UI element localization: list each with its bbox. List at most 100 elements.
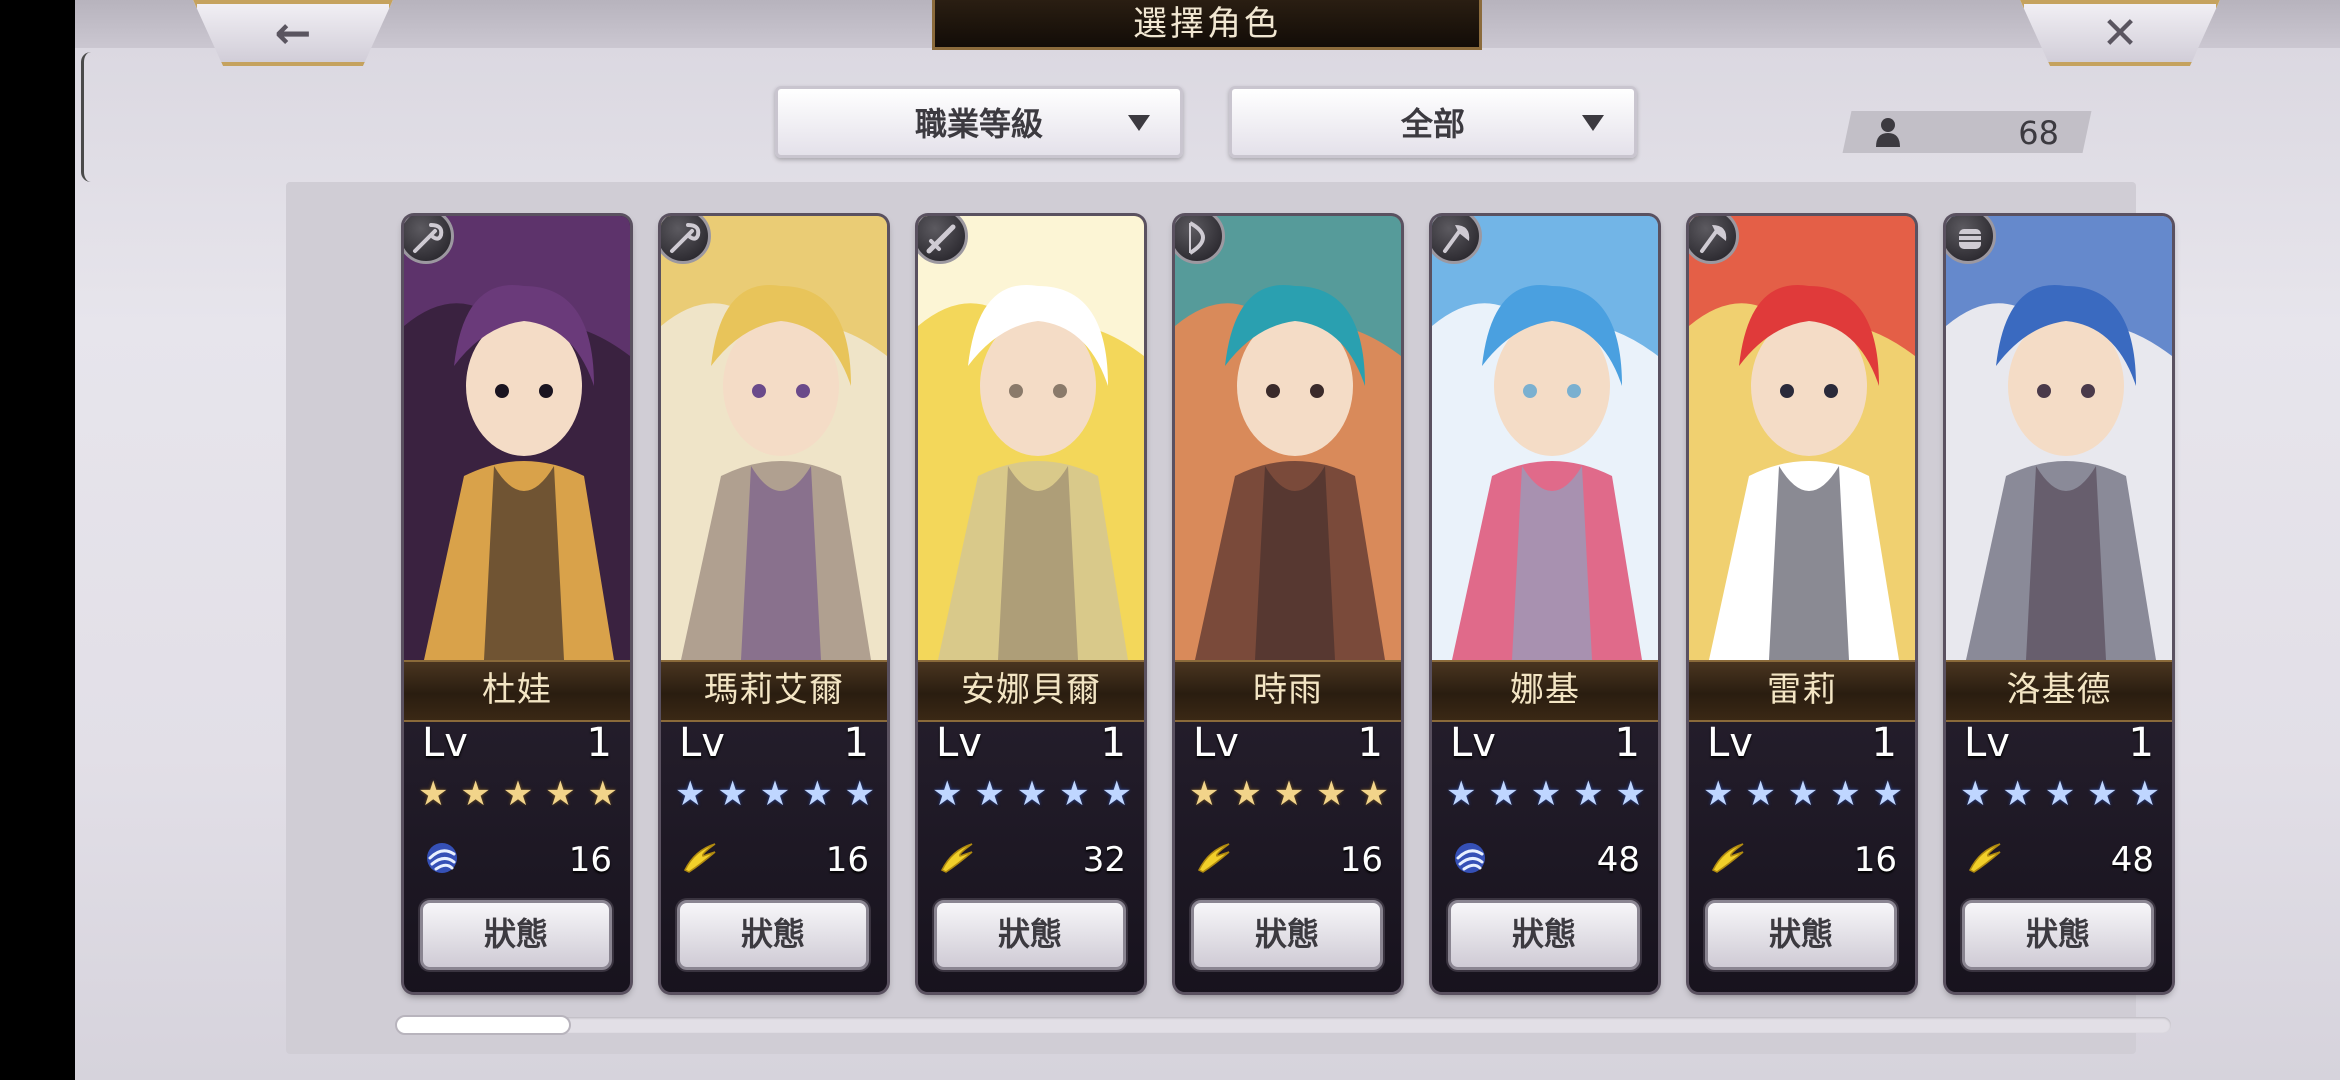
character-name: 雷莉: [1689, 660, 1915, 722]
close-icon: ✕: [2101, 7, 2139, 59]
level-label: Lv: [422, 720, 468, 766]
character-name: 娜基: [1432, 660, 1658, 722]
star-rating: ★ ★ ★ ★ ★: [1446, 776, 1646, 812]
star-icon: ★: [1446, 774, 1477, 814]
character-portrait[interactable]: [918, 216, 1144, 660]
star-icon: ★: [1615, 774, 1646, 814]
character-name: 杜娃: [404, 660, 630, 722]
job-sort-dropdown[interactable]: 職業等級: [775, 86, 1183, 158]
star-rating: ★ ★ ★ ★ ★: [932, 776, 1132, 812]
star-icon: ★: [1745, 774, 1776, 814]
cost-value: 16: [568, 840, 612, 880]
wind-element-icon: [424, 840, 460, 876]
status-button[interactable]: 狀態: [934, 900, 1126, 970]
level-value: 1: [1871, 720, 1897, 766]
star-icon: ★: [545, 774, 576, 814]
star-icon: ★: [1573, 774, 1604, 814]
level-label: Lv: [1964, 720, 2010, 766]
lightning-element-icon: [681, 840, 717, 876]
star-icon: ★: [460, 774, 491, 814]
character-art: [918, 216, 1144, 660]
chevron-down-icon: [1128, 115, 1150, 131]
level-label: Lv: [1707, 720, 1753, 766]
status-button[interactable]: 狀態: [1191, 900, 1383, 970]
axe-class-icon: [1689, 216, 1739, 264]
level-label: Lv: [1193, 720, 1239, 766]
screen-edge: [81, 52, 94, 182]
game-screen: ← 選擇角色 ✕ 職業等級 全部 68 杜娃 Lv 1 ★ ★ ★ ★ ★ 16…: [75, 0, 2340, 1080]
star-icon: ★: [1358, 774, 1389, 814]
category-label: 全部: [1400, 105, 1465, 143]
character-portrait[interactable]: [404, 216, 630, 660]
wind-element-icon: [1452, 840, 1488, 876]
status-button[interactable]: 狀態: [1962, 900, 2154, 970]
star-icon: ★: [587, 774, 618, 814]
level-label: Lv: [936, 720, 982, 766]
status-button[interactable]: 狀態: [420, 900, 612, 970]
character-art: [1432, 216, 1658, 660]
star-icon: ★: [1488, 774, 1519, 814]
character-portrait[interactable]: [1689, 216, 1915, 660]
character-portrait[interactable]: [661, 216, 887, 660]
cost-value: 32: [1082, 840, 1126, 880]
level-label: Lv: [1450, 720, 1496, 766]
close-button[interactable]: ✕: [2020, 0, 2220, 66]
level-label: Lv: [679, 720, 725, 766]
character-art: [661, 216, 887, 660]
axe-class-icon: [1432, 216, 1482, 264]
star-icon: ★: [1530, 774, 1562, 814]
level-value: 1: [2128, 720, 2154, 766]
star-icon: ★: [675, 774, 706, 814]
character-card[interactable]: 娜基 Lv 1 ★ ★ ★ ★ ★ 48 狀態: [1432, 216, 1658, 992]
star-icon: ★: [1872, 774, 1903, 814]
star-icon: ★: [1189, 774, 1220, 814]
character-card[interactable]: 時雨 Lv 1 ★ ★ ★ ★ ★ 16 狀態: [1175, 216, 1401, 992]
cost-value: 48: [1596, 840, 1640, 880]
star-icon: ★: [1316, 774, 1347, 814]
star-icon: ★: [2002, 774, 2033, 814]
status-button[interactable]: 狀態: [1448, 900, 1640, 970]
star-icon: ★: [1787, 774, 1819, 814]
fist-class-icon: [1946, 216, 1996, 264]
character-card[interactable]: 瑪莉艾爾 Lv 1 ★ ★ ★ ★ ★ 16 狀態: [661, 216, 887, 992]
character-card[interactable]: 杜娃 Lv 1 ★ ★ ★ ★ ★ 16 狀態: [404, 216, 630, 992]
status-button[interactable]: 狀態: [677, 900, 869, 970]
character-name: 安娜貝爾: [918, 660, 1144, 722]
level-value: 1: [1357, 720, 1383, 766]
character-portrait[interactable]: [1432, 216, 1658, 660]
sword-class-icon: [918, 216, 968, 264]
lightning-element-icon: [1966, 840, 2002, 876]
character-portrait[interactable]: [1946, 216, 2172, 660]
level-value: 1: [843, 720, 869, 766]
cost-value: 48: [2110, 840, 2154, 880]
star-icon: ★: [974, 774, 1005, 814]
cost-value: 16: [825, 840, 869, 880]
person-icon: [1876, 118, 1900, 147]
star-icon: ★: [2129, 774, 2160, 814]
character-portrait[interactable]: [1175, 216, 1401, 660]
scrollbar-thumb[interactable]: [395, 1015, 571, 1035]
character-card[interactable]: 安娜貝爾 Lv 1 ★ ★ ★ ★ ★ 32 狀態: [918, 216, 1144, 992]
character-card[interactable]: 雷莉 Lv 1 ★ ★ ★ ★ ★ 16 狀態: [1689, 216, 1915, 992]
cost-value: 16: [1339, 840, 1383, 880]
character-art: [1946, 216, 2172, 660]
horizontal-scrollbar[interactable]: [395, 1017, 2171, 1033]
star-icon: ★: [1016, 774, 1048, 814]
star-icon: ★: [844, 774, 875, 814]
star-icon: ★: [717, 774, 748, 814]
level-value: 1: [1100, 720, 1126, 766]
star-icon: ★: [1059, 774, 1090, 814]
character-card[interactable]: 洛基德 Lv 1 ★ ★ ★ ★ ★ 48 狀態: [1946, 216, 2172, 992]
character-art: [1175, 216, 1401, 660]
star-rating: ★ ★ ★ ★ ★: [675, 776, 875, 812]
character-art: [1689, 216, 1915, 660]
category-dropdown[interactable]: 全部: [1229, 86, 1637, 158]
star-icon: ★: [802, 774, 833, 814]
bow-class-icon: [1175, 216, 1225, 264]
cost-value: 16: [1853, 840, 1897, 880]
back-button[interactable]: ←: [193, 0, 393, 66]
staff-class-icon: [661, 216, 711, 264]
roster-count-value: 68: [2018, 114, 2059, 152]
status-button[interactable]: 狀態: [1705, 900, 1897, 970]
star-rating: ★ ★ ★ ★ ★: [1703, 776, 1903, 812]
